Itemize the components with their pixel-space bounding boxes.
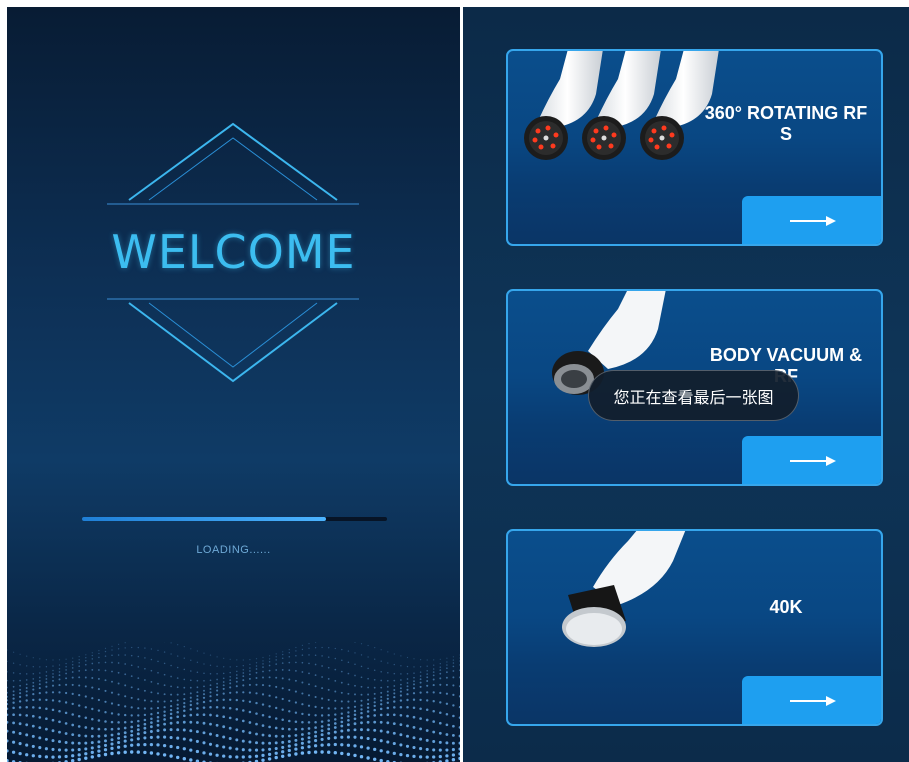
- open-card-button[interactable]: [742, 676, 881, 724]
- product-card-360-rotating[interactable]: 360° ROTATING RF S: [506, 49, 883, 246]
- welcome-screen: WELCOME LOADING......: [7, 7, 460, 762]
- arrow-right-icon: [789, 456, 836, 466]
- arrow-right-icon: [789, 216, 836, 226]
- welcome-title: WELCOME: [111, 225, 356, 279]
- diamond-frame-icon: [107, 122, 359, 383]
- cavitation-40k-device-image: [562, 531, 686, 647]
- open-card-button[interactable]: [742, 436, 881, 484]
- loading-label: LOADING......: [196, 544, 271, 556]
- open-card-button[interactable]: [742, 196, 881, 244]
- loading-progress-fill: [82, 517, 326, 521]
- particle-wave: [7, 642, 460, 762]
- product-list-screen: 360° ROTATING RF S BODY VACUUM & RF 40K: [463, 7, 909, 762]
- card-title: 40K: [769, 597, 803, 617]
- loading-progress-bar: [82, 517, 387, 521]
- product-card-40k[interactable]: 40K: [506, 529, 883, 726]
- arrow-right-icon: [789, 696, 836, 706]
- last-image-toast: 您正在查看最后一张图: [588, 370, 799, 421]
- card-title: 360° ROTATING RF S: [704, 103, 868, 144]
